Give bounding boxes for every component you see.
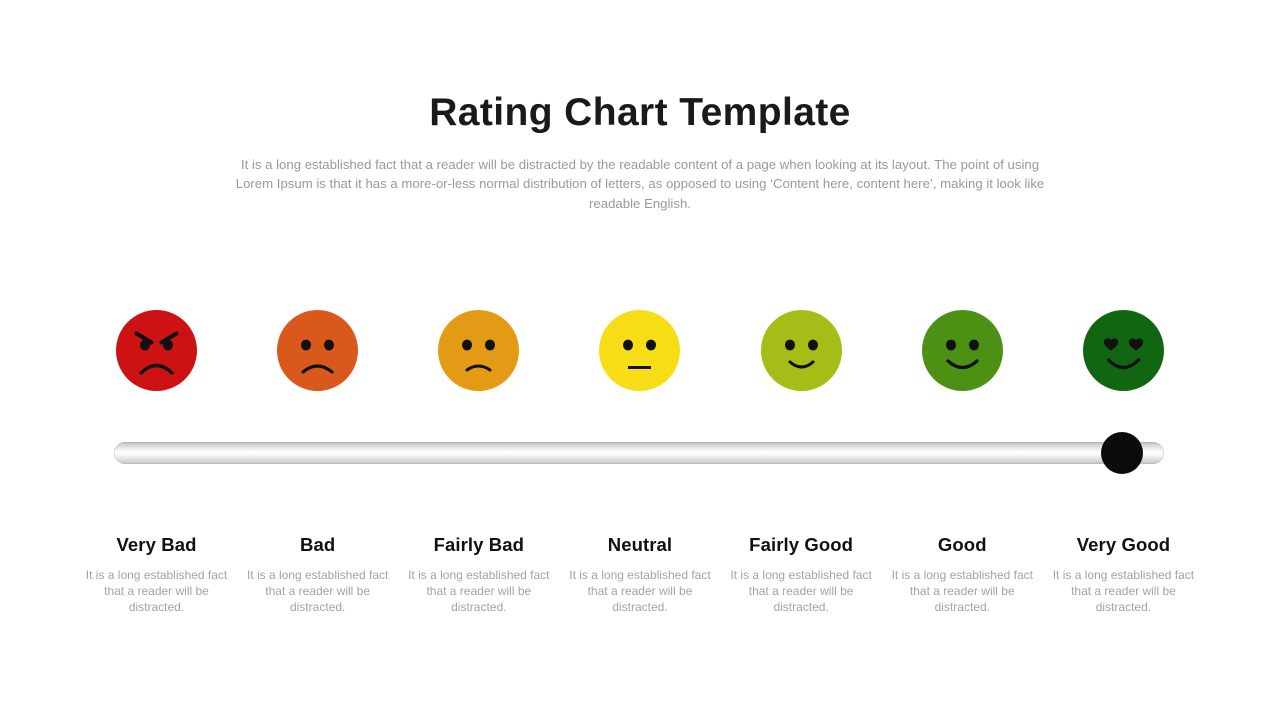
rating-description: It is a long established fact that a rea… [730,568,872,615]
angry-face-icon[interactable] [116,309,197,391]
rating-column: Neutral It is a long established fact tha… [559,534,720,615]
page-subtitle: It is a long established fact that a rea… [235,156,1045,211]
rating-chart-slide: Rating Chart Template It is a long estab… [0,0,1280,720]
heart-eyes-face-icon[interactable] [1082,309,1164,391]
rating-description: It is a long established fact that a rea… [246,568,389,615]
neutral-face-icon[interactable] [599,309,681,391]
rating-description: It is a long established fact that a rea… [408,568,550,615]
rating-column: Fairly Bad It is a long established fact … [398,534,559,615]
rating-slider[interactable] [114,432,1164,474]
rating-label: Very Good [1076,534,1171,555]
rating-column: Bad It is a long established fact that a … [237,534,398,615]
rating-description: It is a long established fact that a rea… [891,568,1033,615]
slightly-frowning-face-icon[interactable] [438,309,520,391]
rating-column: Good It is a long established fact that a… [882,534,1043,615]
rating-column: Very Bad It is a long established fact th… [76,534,237,615]
slightly-smiling-face-icon[interactable] [760,309,842,391]
frowning-face-icon[interactable] [277,309,359,391]
rating-description: It is a long established fact that a rea… [1052,568,1195,615]
rating-column: Fairly Good It is a long established fact… [721,534,882,615]
smiling-face-icon[interactable] [921,309,1003,391]
rating-label: Bad [300,534,336,555]
rating-label: Fairly Good [749,534,854,555]
header: Rating Chart Template It is a long estab… [0,91,1280,213]
slider-track[interactable] [114,442,1164,464]
rating-description: It is a long established fact that a rea… [85,568,228,615]
rating-label: Neutral [607,534,673,555]
slider-knob[interactable] [1101,432,1143,474]
page-title: Rating Chart Template [429,91,851,134]
rating-label: Very Bad [116,534,197,555]
rating-label: Good [937,534,987,555]
rating-description: It is a long established fact that a rea… [569,568,711,615]
rating-column: Very Good It is a long established fact t… [1043,534,1204,615]
rating-faces-row [116,305,1164,395]
rating-label: Fairly Bad [433,534,525,555]
rating-labels-row: Very Bad It is a long established fact th… [76,534,1204,615]
